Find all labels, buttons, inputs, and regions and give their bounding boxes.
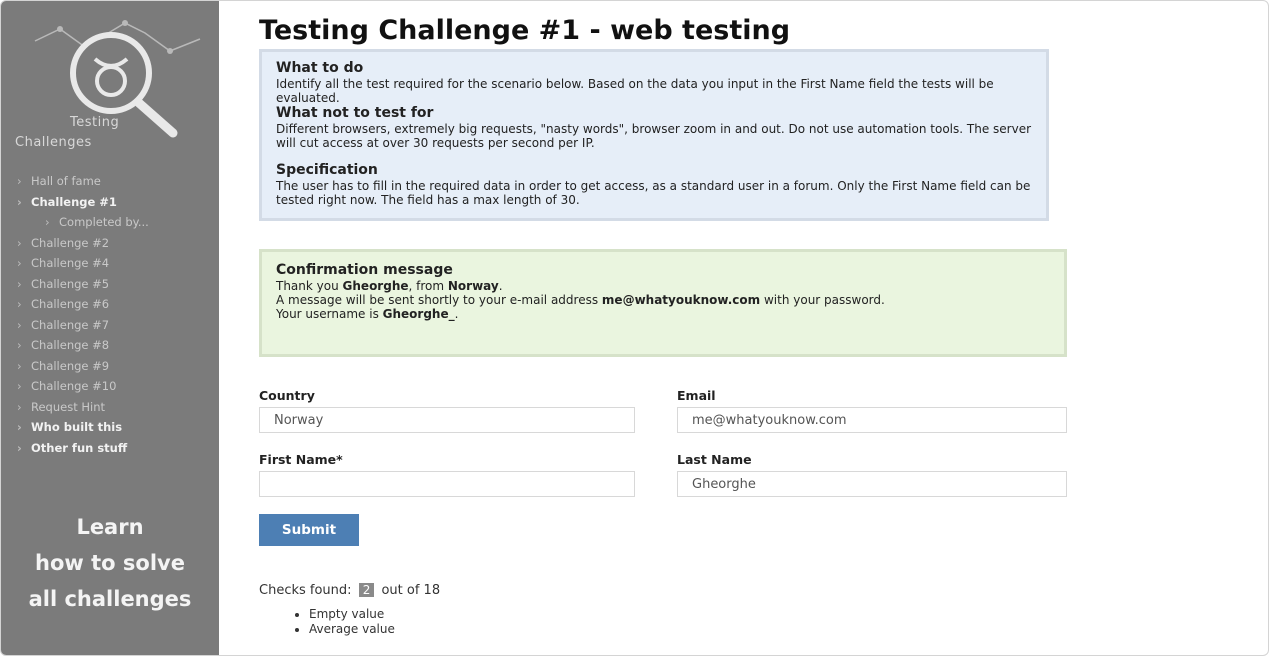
- chevron-right-icon: ›: [17, 399, 22, 414]
- sidebar-item-label: Other fun stuff: [31, 440, 128, 455]
- confirm-country: Norway: [447, 279, 499, 293]
- confirmation-line-2: A message will be sent shortly to your e…: [276, 293, 885, 307]
- sidebar-item-challenge-7[interactable]: › Challenge #7: [17, 315, 213, 336]
- last-name-label: Last Name: [677, 452, 752, 467]
- sidebar-item-challenge-4[interactable]: › Challenge #4: [17, 253, 213, 274]
- sidebar-item-challenge-5[interactable]: › Challenge #5: [17, 274, 213, 295]
- sidebar-item-challenge-9[interactable]: › Challenge #9: [17, 356, 213, 377]
- sidebar-item-label: Challenge #9: [31, 358, 110, 373]
- checks-count-badge: 2: [358, 583, 375, 597]
- confirmation-line-3: Your username is Gheorghe_.: [276, 307, 459, 321]
- learn-line-1: Learn: [76, 515, 144, 539]
- what-not-text: Different browsers, extremely big reques…: [276, 122, 1032, 150]
- page-title: Testing Challenge #1 - web testing: [259, 15, 791, 46]
- page-frame: Testing Challenges › Hall of fame › Challen…: [0, 0, 1269, 656]
- confirmation-panel: Confirmation message Thank you Gheorghe,…: [259, 249, 1067, 357]
- chevron-right-icon: ›: [17, 276, 22, 291]
- chevron-right-icon: ›: [17, 420, 22, 434]
- specification-heading: Specification: [276, 162, 378, 178]
- learn-line-2: how to solve: [35, 551, 185, 575]
- chevron-right-icon: ›: [45, 215, 50, 229]
- sidebar-item-label: Challenge #5: [31, 276, 110, 291]
- sidebar-item-label: Challenge #4: [31, 256, 110, 270]
- confirm-username: Gheorghe_: [382, 307, 455, 321]
- chevron-right-icon: ›: [17, 317, 22, 332]
- sidebar: Testing Challenges › Hall of fame › Challen…: [1, 1, 219, 655]
- sidebar-item-label: Challenge #8: [31, 338, 110, 352]
- sidebar-item-label: Completed by...: [59, 215, 149, 229]
- magnifier-logo-icon: [34, 20, 201, 138]
- chevron-right-icon: ›: [17, 440, 22, 455]
- sidebar-nav: › Hall of fame › Challenge #1 › Completed by.…: [17, 171, 213, 458]
- what-not-heading: What not to test for: [276, 105, 434, 121]
- sidebar-item-completed-by[interactable]: › Completed by...: [17, 212, 213, 233]
- email-input[interactable]: [677, 407, 1067, 433]
- confirmation-heading: Confirmation message: [276, 262, 453, 278]
- chevron-right-icon: ›: [17, 297, 22, 311]
- sidebar-item-label: Challenge #6: [31, 297, 110, 311]
- logo-text-testing: Testing: [70, 115, 120, 130]
- learn-line-3: all challenges: [28, 587, 192, 611]
- submit-button[interactable]: Submit: [259, 514, 359, 546]
- sidebar-item-challenge-10[interactable]: › Challenge #10: [17, 376, 213, 397]
- sidebar-item-challenge-8[interactable]: › Challenge #8: [17, 335, 213, 356]
- confirm-email: me@whatyouknow.com: [601, 293, 761, 307]
- checks-list: Empty value Average value: [287, 607, 395, 637]
- confirmation-line-1: Thank you Gheorghe, from Norway.: [276, 279, 503, 293]
- chevron-right-icon: ›: [17, 358, 22, 373]
- chevron-right-icon: ›: [17, 194, 22, 209]
- first-name-input[interactable]: [259, 471, 635, 497]
- chevron-right-icon: ›: [17, 338, 22, 352]
- specification-text: The user has to fill in the required dat…: [276, 179, 1031, 207]
- logo-text-challenges: Challenges: [15, 135, 92, 150]
- sidebar-item-other-fun-stuff[interactable]: › Other fun stuff: [17, 438, 213, 459]
- sidebar-item-label: Challenge #7: [31, 317, 110, 332]
- list-item: Average value: [309, 622, 395, 637]
- chevron-right-icon: ›: [17, 379, 22, 393]
- last-name-input[interactable]: [677, 471, 1067, 497]
- what-to-do-text: Identify all the test required for the s…: [276, 77, 994, 105]
- sidebar-item-challenge-2[interactable]: › Challenge #2: [17, 233, 213, 254]
- chevron-right-icon: ›: [17, 235, 22, 250]
- sidebar-item-challenge-6[interactable]: › Challenge #6: [17, 294, 213, 315]
- sidebar-item-label: Hall of fame: [31, 174, 101, 188]
- list-item: Empty value: [309, 607, 395, 622]
- first-name-label: First Name*: [259, 452, 343, 467]
- what-to-do-heading: What to do: [276, 60, 364, 76]
- sidebar-item-label: Challenge #2: [31, 235, 110, 250]
- chevron-right-icon: ›: [17, 174, 22, 188]
- checks-prefix: Checks found:: [259, 583, 352, 598]
- country-input[interactable]: [259, 407, 635, 433]
- sidebar-item-challenge-1[interactable]: › Challenge #1: [17, 192, 213, 213]
- sidebar-item-label: Challenge #10: [31, 379, 117, 393]
- sidebar-item-label: Request Hint: [31, 399, 106, 414]
- sidebar-item-hall-of-fame[interactable]: › Hall of fame: [17, 171, 213, 192]
- info-panel: What to do Identify all the test require…: [259, 49, 1049, 221]
- sidebar-item-request-hint[interactable]: › Request Hint: [17, 397, 213, 418]
- country-label: Country: [259, 388, 315, 403]
- learn-link[interactable]: Learn how to solve all challenges: [1, 509, 219, 617]
- checks-suffix: out of 18: [381, 583, 441, 598]
- checks-found: Checks found: 2 out of 18: [259, 583, 440, 598]
- logo[interactable]: Testing Challenges: [15, 11, 205, 151]
- sidebar-item-who-built-this[interactable]: › Who built this: [17, 417, 213, 438]
- sidebar-item-label: Who built this: [31, 420, 123, 434]
- confirm-name: Gheorghe: [342, 279, 409, 293]
- chevron-right-icon: ›: [17, 256, 22, 270]
- sidebar-item-label: Challenge #1: [31, 194, 117, 209]
- email-label: Email: [677, 388, 716, 403]
